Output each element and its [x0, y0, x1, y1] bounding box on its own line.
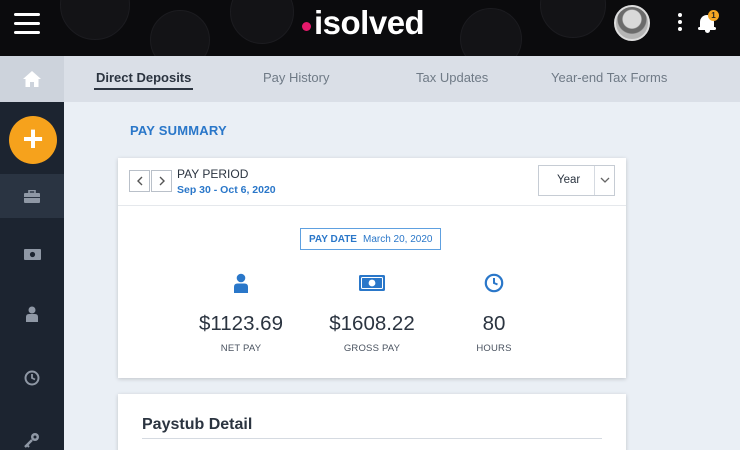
paystub-detail-card: Paystub Detail: [118, 394, 626, 450]
sidebar-item-security[interactable]: [0, 418, 64, 450]
pay-period-range: Sep 30 - Oct 6, 2020: [177, 184, 276, 196]
pay-date-label: PAY DATE: [309, 233, 357, 245]
net-pay-label: NET PAY: [220, 343, 262, 354]
gross-pay-value: $1608.22: [329, 312, 415, 335]
previous-period-button[interactable]: [129, 170, 150, 192]
period-select[interactable]: Year: [538, 165, 615, 196]
home-icon: [23, 71, 41, 87]
money-icon: [23, 248, 41, 260]
person-icon: [26, 306, 38, 322]
sidebar-item-briefcase[interactable]: [0, 174, 64, 218]
sidebar-item-profile[interactable]: [0, 292, 64, 336]
notifications-bell-icon[interactable]: 1: [698, 10, 719, 34]
tab-direct-deposits[interactable]: Direct Deposits: [93, 56, 194, 102]
background-pattern: [230, 0, 294, 44]
person-icon: [234, 273, 248, 293]
background-pattern: [60, 0, 130, 40]
background-pattern: [150, 10, 210, 56]
sidebar-item-payroll[interactable]: [0, 232, 64, 276]
home-button[interactable]: [0, 56, 64, 102]
gross-pay-label: GROSS PAY: [343, 343, 401, 354]
sidebar-item-time[interactable]: [0, 356, 64, 400]
background-pattern: [460, 8, 522, 56]
hours-stat: 80 HOURS: [434, 270, 554, 354]
net-pay-stat: $1123.69 NET PAY: [181, 270, 301, 354]
pay-date-value: March 20, 2020: [362, 233, 433, 245]
period-select-value: Year: [557, 174, 581, 186]
gross-pay-stat: $1608.22 GROSS PAY: [312, 270, 432, 354]
chevron-right-icon: [159, 176, 165, 186]
money-icon: [359, 275, 385, 291]
sidebar: +: [0, 102, 64, 450]
hours-label: HOURS: [476, 343, 512, 354]
net-pay-value: $1123.69: [199, 312, 283, 335]
clock-icon: [24, 370, 40, 386]
tab-pay-history[interactable]: Pay History: [263, 56, 329, 102]
clock-icon: [484, 273, 504, 293]
pay-summary-card: PAY PERIOD Sep 30 - Oct 6, 2020 Year PAY…: [118, 158, 626, 378]
chevron-down-icon: [600, 177, 610, 183]
main-content: PAY SUMMARY PAY PERIOD Sep 30 - Oct 6, 2…: [64, 102, 740, 450]
chevron-left-icon: [136, 176, 142, 186]
add-button[interactable]: +: [9, 116, 57, 164]
pay-period-header: PAY PERIOD Sep 30 - Oct 6, 2020 Year: [118, 158, 626, 206]
more-options-icon[interactable]: [676, 13, 684, 33]
background-pattern: [540, 0, 606, 38]
logo-text: isolved: [314, 4, 425, 41]
key-icon: [24, 433, 39, 448]
page-title: PAY SUMMARY: [130, 123, 227, 138]
isolved-logo: isolved: [302, 4, 425, 42]
tab-tax-updates[interactable]: Tax Updates: [416, 56, 488, 102]
top-bar: isolved 1: [0, 0, 740, 56]
logo-dot: [302, 21, 311, 31]
pay-period-label: PAY PERIOD: [177, 167, 249, 181]
briefcase-icon: [24, 189, 40, 203]
tab-year-end-tax-forms[interactable]: Year-end Tax Forms: [551, 56, 667, 102]
divider: [142, 438, 602, 439]
pay-date-badge: PAY DATE March 20, 2020: [300, 228, 442, 250]
hamburger-menu-icon[interactable]: [14, 13, 40, 35]
tabs-bar: Direct Deposits Pay History Tax Updates …: [0, 56, 740, 102]
next-period-button[interactable]: [151, 170, 172, 192]
notification-badge: 1: [708, 10, 719, 21]
paystub-detail-title: Paystub Detail: [142, 416, 253, 433]
hours-value: 80: [482, 312, 506, 335]
user-avatar[interactable]: [614, 5, 650, 41]
